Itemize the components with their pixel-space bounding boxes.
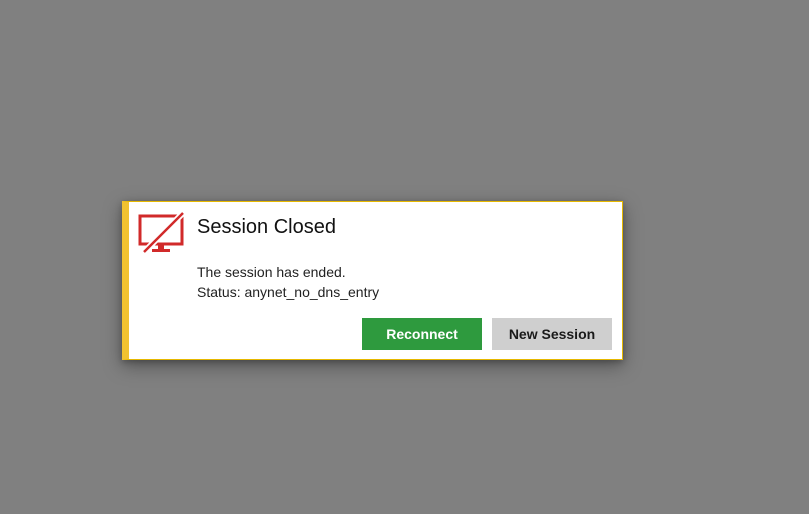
message-line-ended: The session has ended. [197, 264, 346, 280]
session-closed-dialog: Session Closed The session has ended. St… [122, 201, 623, 360]
monitor-disconnected-icon [138, 210, 186, 256]
message-line-status: Status: anynet_no_dns_entry [197, 284, 380, 300]
new-session-button[interactable]: New Session [492, 318, 612, 350]
dialog-message: The session has ended. Status: anynet_no… [197, 262, 379, 302]
reconnect-button[interactable]: Reconnect [362, 318, 482, 350]
dialog-title: Session Closed [197, 216, 336, 238]
